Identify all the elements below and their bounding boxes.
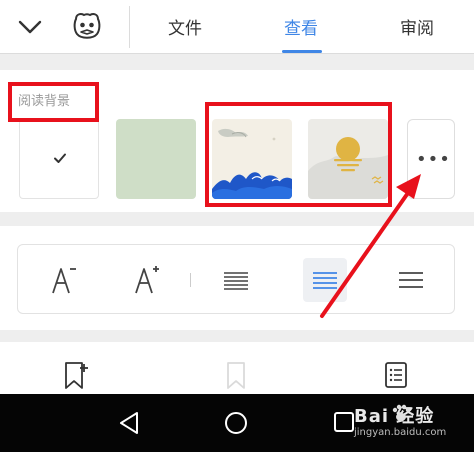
checkmark-icon — [54, 153, 66, 163]
tab-view[interactable]: 查看 — [284, 14, 318, 39]
line-spacing-loose-icon — [399, 272, 423, 288]
more-icon: ••• — [416, 149, 451, 170]
home-icon[interactable] — [223, 410, 249, 436]
watermark-url: jingyan.baidu.com — [354, 427, 447, 438]
text-tools-panel — [0, 226, 474, 330]
line-spacing-standard-button[interactable] — [303, 258, 347, 302]
font-decrease-icon — [52, 268, 76, 294]
tab-review[interactable]: 审阅 — [400, 14, 434, 39]
toolbar-divider — [129, 6, 130, 48]
font-size-increase-button[interactable] — [126, 258, 170, 302]
background-swatch-green[interactable] — [116, 119, 196, 199]
font-increase-icon — [135, 266, 159, 294]
annotation-box-themes — [205, 102, 392, 207]
mascot-face-icon[interactable] — [71, 10, 103, 42]
annotation-box-label — [8, 82, 99, 122]
back-icon[interactable] — [117, 410, 143, 436]
line-spacing-standard-icon — [313, 272, 337, 289]
system-nav-bar: Bai 经验 jingyan.baidu.com — [0, 394, 474, 452]
line-spacing-loose-button[interactable] — [389, 258, 433, 302]
baidu-jingyan-watermark: Bai 经验 jingyan.baidu.com — [348, 400, 468, 446]
line-spacing-compact-button[interactable] — [214, 258, 258, 302]
add-bookmark-icon[interactable] — [62, 360, 90, 390]
chevron-down-icon[interactable] — [16, 13, 44, 41]
active-tab-indicator — [282, 50, 322, 53]
text-tools-card — [17, 244, 455, 314]
font-size-decrease-button[interactable] — [43, 258, 87, 302]
background-swatch-white[interactable] — [19, 119, 99, 199]
tab-file[interactable]: 文件 — [168, 14, 202, 39]
baidu-paw-icon — [392, 404, 411, 421]
table-of-contents-icon[interactable] — [382, 360, 410, 390]
bookmark-icon[interactable] — [222, 360, 250, 390]
line-spacing-compact-icon — [224, 272, 248, 290]
tools-separator — [190, 273, 191, 287]
bottom-icon-panel — [0, 342, 474, 394]
top-tab-bar: 文件 查看 审阅 — [0, 0, 474, 54]
more-backgrounds-button[interactable]: ••• — [407, 119, 455, 199]
